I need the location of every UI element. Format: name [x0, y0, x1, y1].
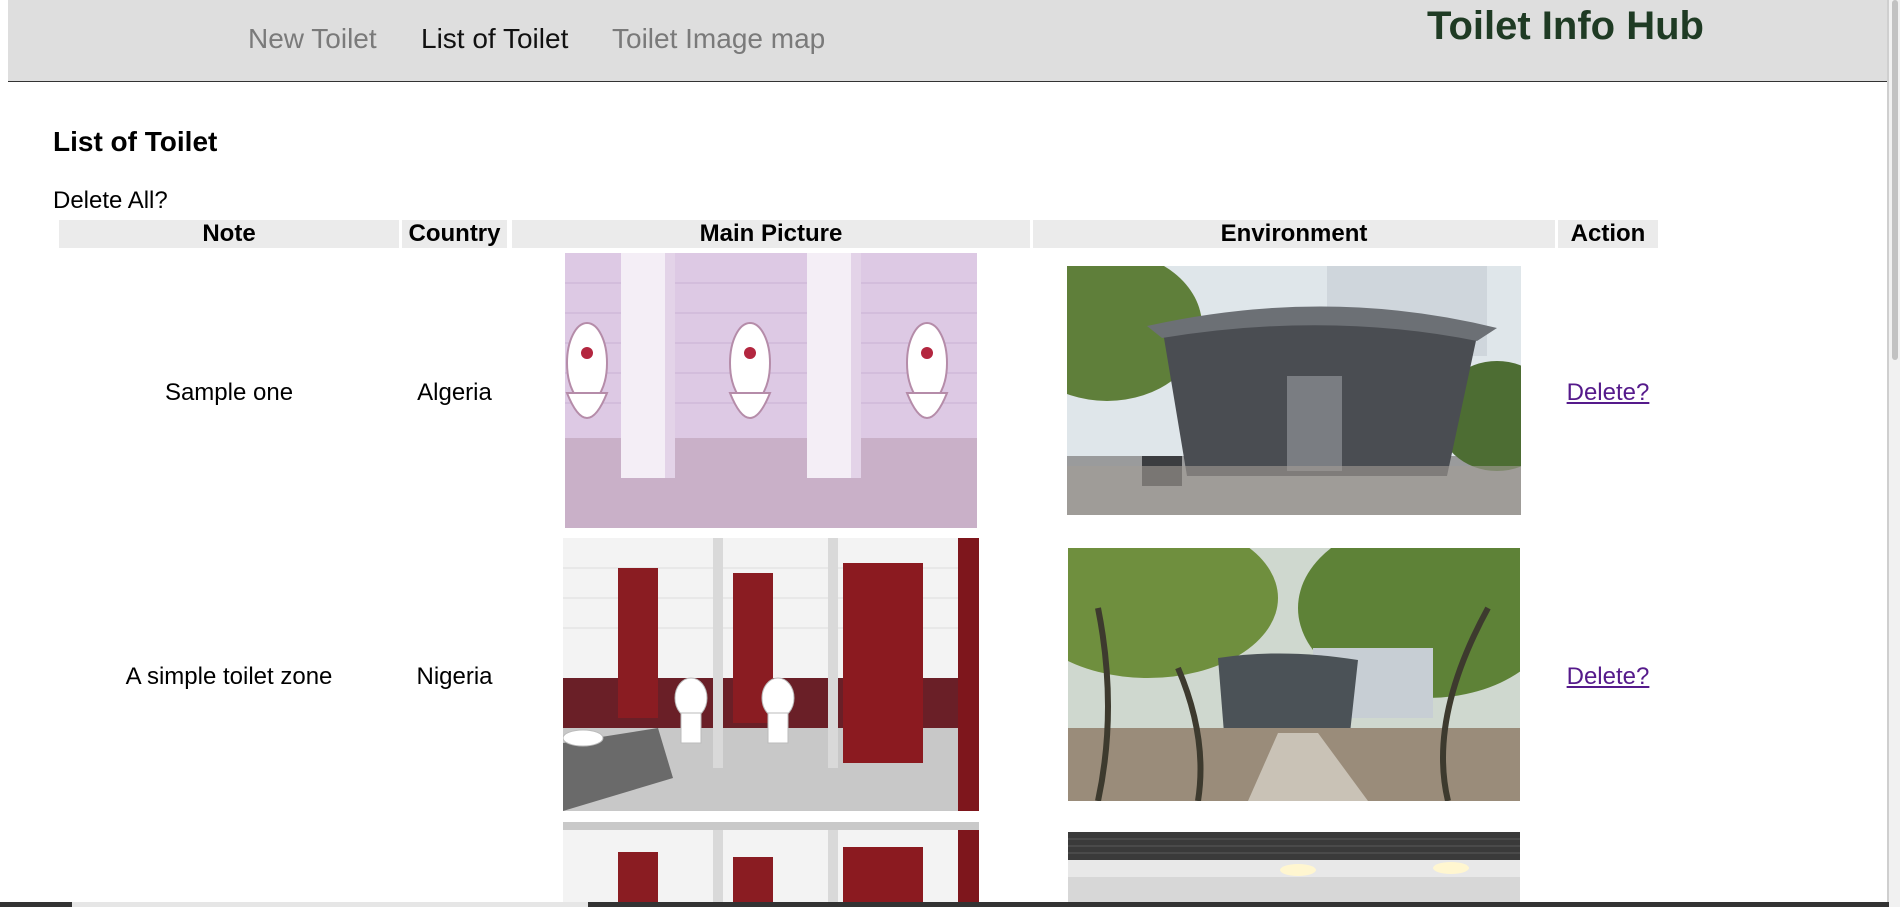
brand-title: Toilet Info Hub	[1427, 4, 1704, 48]
scrollbar-thumb[interactable]	[1892, 0, 1898, 360]
delete-row-link[interactable]: Delete?	[1558, 378, 1658, 408]
delete-all-link[interactable]: Delete All?	[53, 186, 168, 216]
page-title: List of Toilet	[53, 126, 218, 157]
delete-row-link[interactable]: Delete?	[1558, 662, 1658, 692]
environment-image	[1068, 832, 1520, 902]
nav-list-of-toilet[interactable]: List of Toilet	[421, 22, 568, 56]
row-note: Sample one	[164, 379, 294, 406]
column-header-note: Note	[59, 220, 399, 248]
column-header-main-picture: Main Picture	[512, 220, 1030, 248]
environment-image	[1067, 266, 1521, 515]
column-header-country: Country	[402, 220, 507, 248]
top-navigation-bar: New Toilet List of Toilet Toilet Image m…	[8, 0, 1887, 82]
nav-new-toilet[interactable]: New Toilet	[248, 22, 377, 56]
column-header-environment: Environment	[1033, 220, 1555, 248]
row-country: Algeria	[417, 379, 492, 406]
main-picture-image	[565, 253, 977, 528]
nav-toilet-image-map[interactable]: Toilet Image map	[612, 22, 825, 56]
environment-image	[1068, 548, 1520, 801]
row-note: A simple toilet zone	[125, 663, 333, 690]
main-picture-image	[563, 822, 979, 902]
horizontal-scrollbar[interactable]	[72, 902, 588, 907]
column-header-action: Action	[1558, 220, 1658, 248]
row-country: Nigeria	[416, 663, 493, 690]
main-picture-image	[563, 538, 979, 811]
